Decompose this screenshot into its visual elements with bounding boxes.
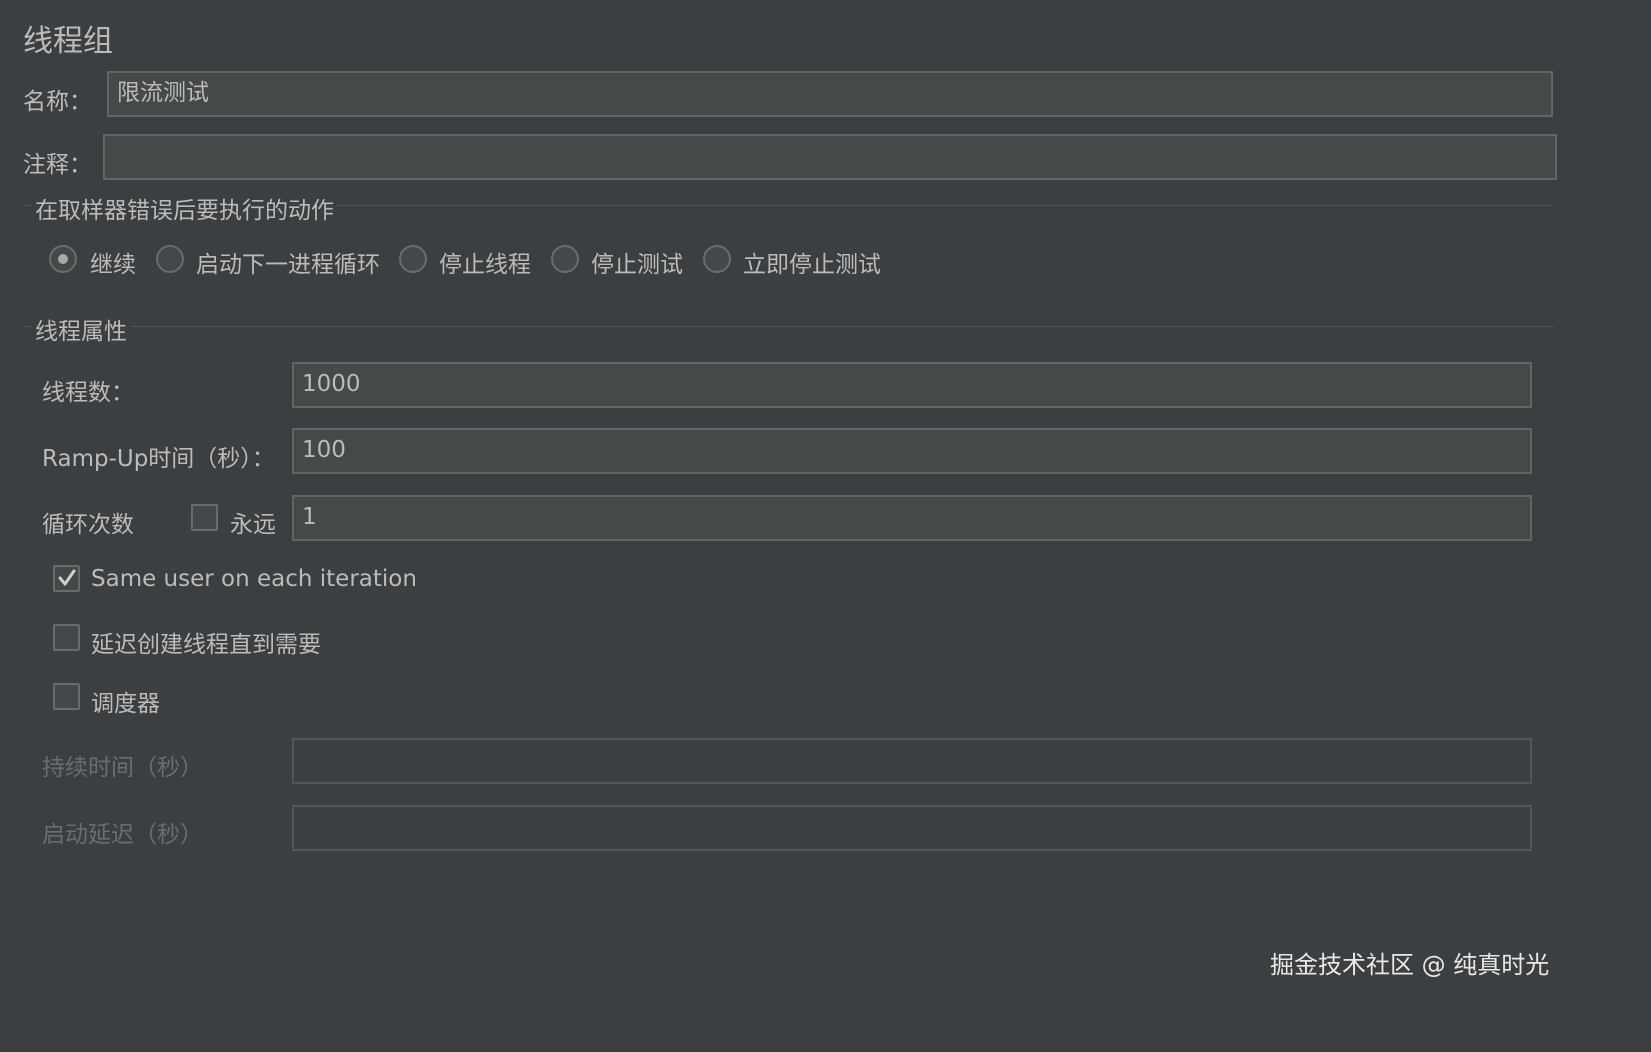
scheduler-label: 调度器	[91, 691, 160, 717]
radio-stop-test-label: 停止测试	[591, 252, 683, 278]
watermark: 掘金技术社区 @ 纯真时光	[1270, 951, 1550, 979]
on-error-section-title: 在取样器错误后要执行的动作	[31, 191, 338, 225]
startup-delay-input[interactable]	[292, 805, 1532, 851]
thread-props-section-title: 线程属性	[31, 312, 131, 346]
delay-thread-creation-checkbox[interactable]	[53, 624, 80, 651]
radio-stop-thread-label: 停止线程	[439, 252, 531, 278]
scheduler-checkbox[interactable]	[53, 683, 80, 710]
radio-continue-label: 继续	[90, 252, 136, 278]
startup-delay-label: 启动延迟（秒）	[42, 822, 203, 848]
comment-label: 注释：	[23, 152, 92, 178]
delay-thread-creation-label: 延迟创建线程直到需要	[91, 632, 321, 658]
radio-start-next-loop-label: 启动下一进程循环	[196, 252, 380, 278]
radio-start-next-loop[interactable]	[156, 245, 184, 273]
thread-group-panel: 线程组 名称： 限流测试 注释： 在取样器错误后要执行的动作 继续 启动下一进程…	[0, 0, 1651, 1052]
forever-checkbox[interactable]	[191, 504, 218, 531]
thread-props-section-divider	[24, 326, 1553, 327]
name-input[interactable]: 限流测试	[107, 71, 1553, 117]
radio-continue[interactable]	[49, 245, 77, 273]
comment-input[interactable]	[103, 134, 1557, 180]
radio-stop-test-now[interactable]	[703, 245, 731, 273]
radio-stop-test-now-label: 立即停止测试	[743, 252, 881, 278]
radio-stop-test[interactable]	[551, 245, 579, 273]
name-label: 名称：	[23, 89, 92, 115]
duration-input[interactable]	[292, 738, 1532, 784]
loop-count-input[interactable]: 1	[292, 495, 1532, 541]
loop-count-label: 循环次数	[42, 512, 134, 538]
radio-stop-thread[interactable]	[399, 245, 427, 273]
same-user-label: Same user on each iteration	[91, 566, 417, 592]
check-icon	[58, 569, 76, 586]
rampup-input[interactable]: 100	[292, 428, 1532, 474]
rampup-label: Ramp-Up时间（秒）：	[42, 446, 275, 472]
threads-label: 线程数：	[42, 380, 134, 406]
threads-input[interactable]: 1000	[292, 362, 1532, 408]
forever-label: 永远	[230, 512, 276, 538]
same-user-checkbox[interactable]	[53, 565, 80, 592]
duration-label: 持续时间（秒）	[42, 755, 203, 781]
panel-title: 线程组	[23, 24, 113, 59]
